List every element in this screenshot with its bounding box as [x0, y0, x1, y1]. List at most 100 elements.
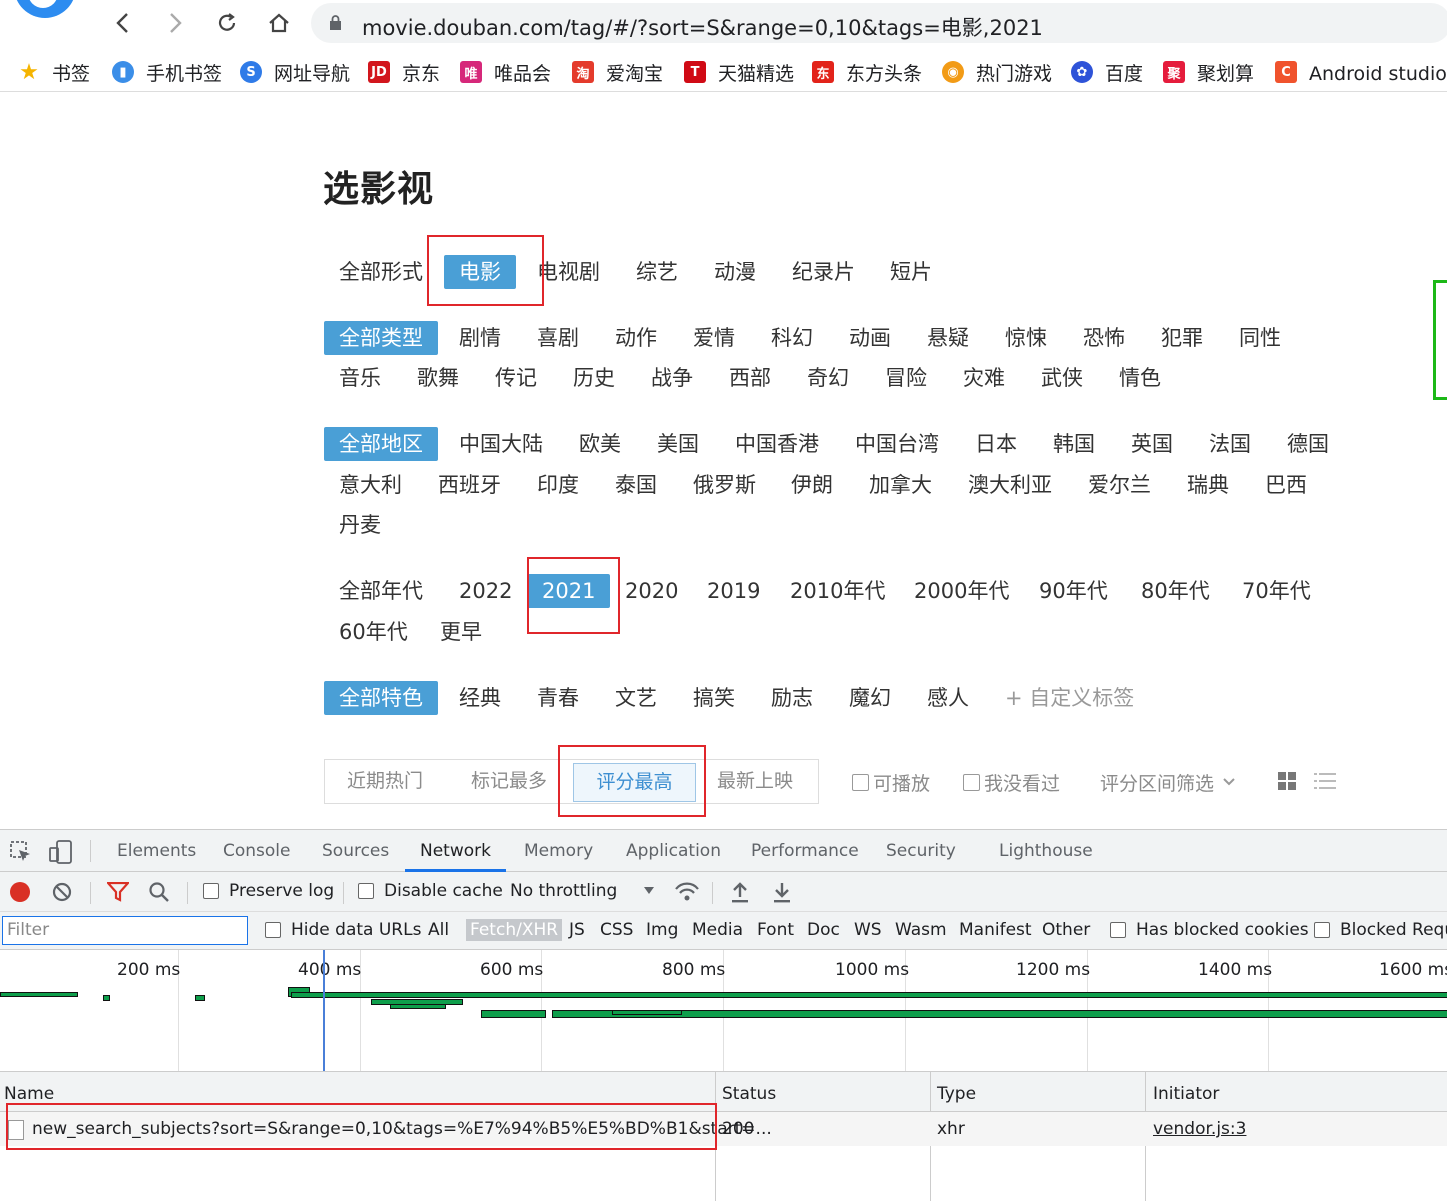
year-tag[interactable]: 全部年代 — [324, 574, 438, 608]
playable-filter[interactable]: 可播放 — [852, 770, 930, 795]
sort-newest[interactable]: 最新上映 — [717, 760, 793, 803]
home-icon[interactable] — [262, 6, 296, 40]
genre-tag[interactable]: 科幻 — [756, 321, 828, 355]
year-tag[interactable]: 2021 — [527, 574, 611, 608]
sort-recent-hot[interactable]: 近期热门 — [347, 760, 423, 803]
form-tag[interactable]: 动漫 — [699, 255, 771, 289]
type-filter-other[interactable]: Other — [1042, 920, 1090, 940]
grid-view-icon[interactable] — [1277, 771, 1297, 795]
tab-lighthouse[interactable]: Lighthouse — [999, 830, 1093, 872]
genre-tag[interactable]: 传记 — [480, 361, 552, 395]
device-toolbar-icon[interactable] — [49, 840, 73, 868]
hide-data-urls-option[interactable]: Hide data URLs — [265, 920, 421, 940]
region-tag[interactable]: 美国 — [642, 427, 714, 461]
form-tag[interactable]: 全部形式 — [324, 255, 438, 289]
bookmark-item[interactable]: C Android studio如 — [1275, 58, 1447, 86]
region-tag[interactable]: 印度 — [522, 468, 594, 502]
genre-tag[interactable]: 喜剧 — [522, 321, 594, 355]
feature-tag[interactable]: + 自定义标签 — [990, 681, 1149, 715]
column-name[interactable]: Name — [4, 1084, 54, 1104]
year-tag[interactable]: 90年代 — [1024, 574, 1123, 608]
column-type[interactable]: Type — [937, 1084, 976, 1104]
region-tag[interactable]: 全部地区 — [324, 427, 438, 461]
genre-tag[interactable]: 全部类型 — [324, 321, 438, 355]
url-text[interactable]: movie.douban.com/tag/#/?sort=S&range=0,1… — [362, 12, 1043, 42]
bookmark-item[interactable]: 聚聚划算 — [1163, 58, 1254, 86]
year-tag[interactable]: 60年代 — [324, 615, 423, 649]
genre-tag[interactable]: 音乐 — [324, 361, 396, 395]
tab-memory[interactable]: Memory — [524, 830, 593, 872]
tab-elements[interactable]: Elements — [117, 830, 196, 872]
tab-performance[interactable]: Performance — [751, 830, 859, 872]
form-tag[interactable]: 电影 — [444, 255, 516, 289]
genre-tag[interactable]: 奇幻 — [792, 361, 864, 395]
region-tag[interactable]: 俄罗斯 — [678, 468, 771, 502]
region-tag[interactable]: 澳大利亚 — [953, 468, 1067, 502]
year-tag[interactable]: 2019 — [692, 574, 775, 608]
feature-tag[interactable]: 文艺 — [600, 681, 672, 715]
bookmark-item[interactable]: 唯唯品会 — [460, 58, 551, 86]
type-filter-css[interactable]: CSS — [600, 920, 633, 940]
blocked-cookies-checkbox[interactable] — [1110, 922, 1126, 938]
type-filter-ws[interactable]: WS — [854, 920, 882, 940]
genre-tag[interactable]: 爱情 — [678, 321, 750, 355]
region-tag[interactable]: 日本 — [960, 427, 1032, 461]
throttling-select[interactable]: No throttling — [510, 881, 655, 901]
genre-tag[interactable]: 惊悚 — [990, 321, 1062, 355]
region-tag[interactable]: 中国台湾 — [840, 427, 954, 461]
genre-tag[interactable]: 动画 — [834, 321, 906, 355]
rating-range-dropdown[interactable]: 评分区间筛选 — [1100, 770, 1236, 795]
genre-tag[interactable]: 剧情 — [444, 321, 516, 355]
region-tag[interactable]: 爱尔兰 — [1073, 468, 1166, 502]
genre-tag[interactable]: 战争 — [636, 361, 708, 395]
genre-tag[interactable]: 武侠 — [1026, 361, 1098, 395]
type-filter-wasm[interactable]: Wasm — [895, 920, 947, 940]
export-har-icon[interactable] — [772, 881, 792, 907]
region-tag[interactable]: 丹麦 — [324, 508, 396, 542]
feature-tag[interactable]: 励志 — [756, 681, 828, 715]
type-filter-img[interactable]: Img — [646, 920, 678, 940]
request-name[interactable]: new_search_subjects?sort=S&range=0,10&ta… — [32, 1119, 772, 1139]
type-filter-font[interactable]: Font — [757, 920, 794, 940]
bookmark-item[interactable]: S 网址导航 — [240, 58, 350, 86]
genre-tag[interactable]: 犯罪 — [1146, 321, 1218, 355]
feature-tag[interactable]: 搞笑 — [678, 681, 750, 715]
bookmark-item[interactable]: 东东方头条 — [812, 58, 922, 86]
tab-console[interactable]: Console — [223, 830, 291, 872]
blocked-cookies-option[interactable]: Has blocked cookies — [1110, 920, 1309, 940]
blocked-requests-option[interactable]: Blocked Requ — [1314, 920, 1447, 940]
playable-checkbox[interactable] — [852, 773, 869, 791]
reload-icon[interactable] — [210, 6, 244, 40]
type-filter-doc[interactable]: Doc — [807, 920, 840, 940]
genre-tag[interactable]: 歌舞 — [402, 361, 474, 395]
region-tag[interactable]: 欧美 — [564, 427, 636, 461]
feature-tag[interactable]: 全部特色 — [324, 681, 438, 715]
region-tag[interactable]: 英国 — [1116, 427, 1188, 461]
genre-tag[interactable]: 冒险 — [870, 361, 942, 395]
region-tag[interactable]: 瑞典 — [1172, 468, 1244, 502]
blocked-requests-checkbox[interactable] — [1314, 922, 1330, 938]
feature-tag[interactable]: 感人 — [912, 681, 984, 715]
genre-tag[interactable]: 同性 — [1224, 321, 1296, 355]
feature-tag[interactable]: 魔幻 — [834, 681, 906, 715]
region-tag[interactable]: 中国香港 — [720, 427, 834, 461]
network-timeline-overview[interactable]: 200 ms 400 ms 600 ms 800 ms 1000 ms 1200 ms 14… — [0, 950, 1447, 1072]
not-watched-filter[interactable]: 我没看过 — [963, 770, 1060, 795]
list-view-icon[interactable] — [1314, 771, 1336, 795]
network-conditions-icon[interactable] — [674, 881, 700, 907]
tab-network[interactable]: Network — [405, 830, 506, 872]
column-status[interactable]: Status — [722, 1084, 776, 1104]
year-tag[interactable]: 2022 — [444, 574, 527, 608]
tab-sources[interactable]: Sources — [322, 830, 389, 872]
region-tag[interactable]: 法国 — [1194, 427, 1266, 461]
genre-tag[interactable]: 历史 — [558, 361, 630, 395]
year-tag[interactable]: 2010年代 — [775, 574, 900, 608]
bookmark-item[interactable]: JD 京东 — [368, 58, 440, 86]
bookmark-item[interactable]: ◉ 热门游戏 — [942, 58, 1052, 86]
bookmark-item[interactable]: ▮ 手机书签 — [112, 58, 222, 86]
preserve-log-checkbox[interactable] — [203, 883, 219, 899]
request-initiator-link[interactable]: vendor.js:3 — [1153, 1119, 1246, 1139]
back-icon[interactable] — [106, 6, 140, 40]
forward-icon[interactable] — [158, 6, 192, 40]
type-filter-all[interactable]: All — [428, 920, 449, 940]
